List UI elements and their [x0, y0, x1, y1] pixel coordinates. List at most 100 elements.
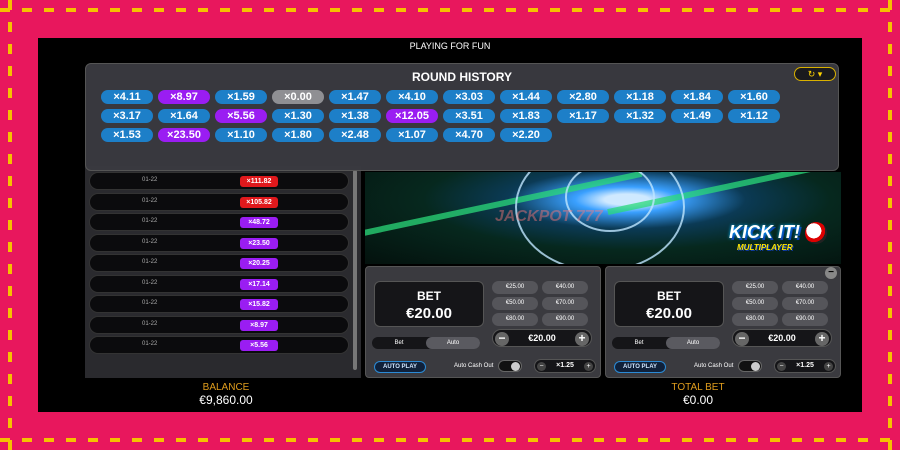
- plus-icon[interactable]: +: [584, 362, 593, 371]
- game-artwork: JACKPOT 777 KICK IT! MULTIPLAYER: [365, 172, 841, 264]
- bet-display: BET €20.00: [614, 281, 724, 327]
- tab-auto[interactable]: Auto: [426, 337, 480, 349]
- round-time: 01-22: [142, 259, 158, 265]
- frame-dashes-bottom: [0, 438, 900, 442]
- list-item[interactable]: 01-22 ×105.82: [89, 192, 349, 211]
- history-chip: ×3.51: [443, 109, 495, 123]
- bet-label: BET: [657, 289, 681, 303]
- auto-cashout-toggle[interactable]: [738, 360, 762, 372]
- round-history-title: ROUND HISTORY: [411, 70, 512, 84]
- quick-bet-button[interactable]: €40.00: [542, 281, 588, 294]
- history-chip: ×3.17: [101, 109, 153, 123]
- cashout-stepper: − ×1.25 +: [534, 359, 596, 373]
- list-item[interactable]: 01-22 ×5.56: [89, 336, 349, 354]
- history-chip: ×4.11: [101, 90, 153, 104]
- frame-dashes-right: [888, 0, 892, 450]
- history-chip: ×4.10: [386, 90, 438, 104]
- history-chip: ×1.59: [215, 90, 267, 104]
- ball-icon: [805, 222, 827, 244]
- history-chip: ×1.80: [272, 128, 324, 142]
- list-scrollbar[interactable]: [353, 170, 357, 370]
- mode-toggle: Bet Auto: [612, 337, 720, 349]
- quick-bet-button[interactable]: €80.00: [732, 313, 778, 326]
- multiplier-badge: ×20.25: [240, 258, 278, 269]
- balance-label: BALANCE: [202, 382, 250, 393]
- round-time: 01-22: [142, 238, 158, 245]
- tab-bet[interactable]: Bet: [372, 337, 426, 349]
- quick-bet-button[interactable]: €50.00: [492, 297, 538, 310]
- autoplay-button[interactable]: AUTO PLAY: [374, 361, 426, 373]
- bet-stepper: − €20.00 +: [492, 329, 592, 347]
- history-chip: ×1.60: [728, 90, 780, 104]
- history-chip: ×3.03: [443, 90, 495, 104]
- round-time: 01-22: [142, 300, 158, 306]
- quick-bet-button[interactable]: €25.00: [732, 281, 778, 294]
- list-item[interactable]: 01-22 ×15.82: [89, 295, 349, 313]
- history-chip: ×12.05: [386, 109, 438, 123]
- list-item[interactable]: 01-22 ×17.14: [89, 274, 349, 293]
- bet-stepper: − €20.00 +: [732, 329, 832, 347]
- quick-bet-button[interactable]: €90.00: [782, 313, 828, 326]
- bet-value: €20.00: [646, 305, 692, 322]
- round-time: 01-22: [142, 320, 158, 327]
- tab-auto[interactable]: Auto: [666, 337, 720, 349]
- game-logo: KICK IT! MULTIPLAYER: [729, 222, 827, 252]
- round-time: 01-22: [142, 218, 158, 224]
- round-history-panel: ROUND HISTORY ↻ ▾ ×4.11 ×8.97 ×1.59 ×0.00 ×1…: [85, 63, 839, 171]
- balance-block: BALANCE €9,860.00: [186, 382, 266, 407]
- history-chip: ×5.56: [215, 109, 267, 123]
- history-chip: ×1.83: [500, 109, 552, 123]
- total-bet-block: TOTAL BET €0.00: [658, 382, 738, 407]
- history-chip: ×1.07: [386, 128, 438, 142]
- multiplier-badge: ×23.50: [240, 237, 278, 249]
- history-chip: ×1.17: [557, 109, 609, 123]
- quick-bet-button[interactable]: €40.00: [782, 281, 828, 294]
- plus-icon[interactable]: +: [824, 362, 833, 371]
- list-item[interactable]: 01-22 ×23.50: [89, 233, 349, 252]
- history-chip: ×1.12: [728, 109, 780, 123]
- round-time: 01-22: [142, 341, 158, 347]
- logo-subtitle: MULTIPLAYER: [737, 243, 793, 252]
- auto-cashout-label: Auto Cash Out: [454, 363, 494, 369]
- frame-dashes-top: [0, 8, 900, 12]
- list-item[interactable]: 01-22 ×48.72: [89, 213, 349, 231]
- multiplier-badge: ×48.72: [240, 217, 278, 228]
- auto-cashout-toggle[interactable]: [498, 360, 522, 372]
- history-chip: ×1.10: [215, 128, 267, 142]
- history-chip: ×4.70: [443, 128, 495, 142]
- balance-value: €9,860.00: [199, 393, 253, 407]
- quick-bet-button[interactable]: €25.00: [492, 281, 538, 294]
- history-chip: ×2.20: [500, 128, 552, 142]
- cashout-stepper: − ×1.25 +: [774, 359, 836, 373]
- mode-toggle: Bet Auto: [372, 337, 480, 349]
- list-item[interactable]: 01-22 ×8.97: [89, 315, 349, 334]
- multiplier-badge: ×5.56: [240, 340, 278, 351]
- quick-bet-button[interactable]: €50.00: [732, 297, 778, 310]
- bet-value: €20.00: [406, 305, 452, 322]
- history-chip: ×1.18: [614, 90, 666, 104]
- history-chip: ×1.84: [671, 90, 723, 104]
- history-chip: ×1.49: [671, 109, 723, 123]
- total-bet-label: TOTAL BET: [671, 382, 725, 393]
- plus-icon[interactable]: +: [815, 332, 829, 346]
- quick-bet-button[interactable]: €90.00: [542, 313, 588, 326]
- history-chip: ×2.80: [557, 90, 609, 104]
- round-time: 01-22: [142, 197, 158, 204]
- tab-bet[interactable]: Bet: [612, 337, 666, 349]
- list-item[interactable]: 01-22 ×20.25: [89, 254, 349, 272]
- multiplier-badge: ×15.82: [240, 299, 278, 310]
- remove-panel-button[interactable]: −: [825, 267, 837, 279]
- game-screen: PLAYING FOR FUN 01-22 ×111.82 01-22 ×105.82…: [38, 38, 862, 412]
- bet-display: BET €20.00: [374, 281, 484, 327]
- quick-bet-button[interactable]: €70.00: [542, 297, 588, 310]
- list-item[interactable]: 01-22 ×111.82: [89, 172, 349, 190]
- history-dropdown-icon[interactable]: ↻ ▾: [794, 67, 836, 81]
- plus-icon[interactable]: +: [575, 332, 589, 346]
- quick-bet-button[interactable]: €70.00: [782, 297, 828, 310]
- total-bet-value: €0.00: [682, 393, 714, 407]
- history-chip: ×8.97: [158, 90, 210, 104]
- results-list[interactable]: 01-22 ×111.82 01-22 ×105.82 01-22 ×48.72 01-22…: [85, 166, 361, 378]
- autoplay-button[interactable]: AUTO PLAY: [614, 361, 666, 373]
- quick-bet-button[interactable]: €80.00: [492, 313, 538, 326]
- history-chip: ×1.38: [329, 109, 381, 123]
